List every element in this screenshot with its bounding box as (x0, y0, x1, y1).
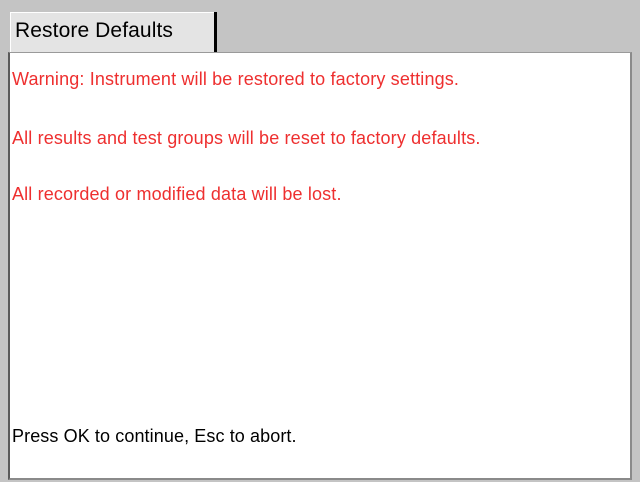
continue-prompt: Press OK to continue, Esc to abort. (12, 426, 297, 446)
tab-restore-defaults[interactable]: Restore Defaults (10, 12, 216, 52)
restore-defaults-screen: Restore Defaults Warning: Instrument wil… (0, 0, 640, 482)
tab-title: Restore Defaults (15, 19, 174, 42)
message-panel: Warning: Instrument will be restored to … (8, 52, 632, 480)
warning-message: Warning: Instrument will be restored to … (12, 69, 460, 89)
tab-divider (214, 12, 217, 52)
tab-bar: Restore Defaults (0, 0, 640, 54)
reset-message: All results and test groups will be rese… (12, 128, 481, 148)
data-loss-message: All recorded or modified data will be lo… (12, 184, 342, 204)
